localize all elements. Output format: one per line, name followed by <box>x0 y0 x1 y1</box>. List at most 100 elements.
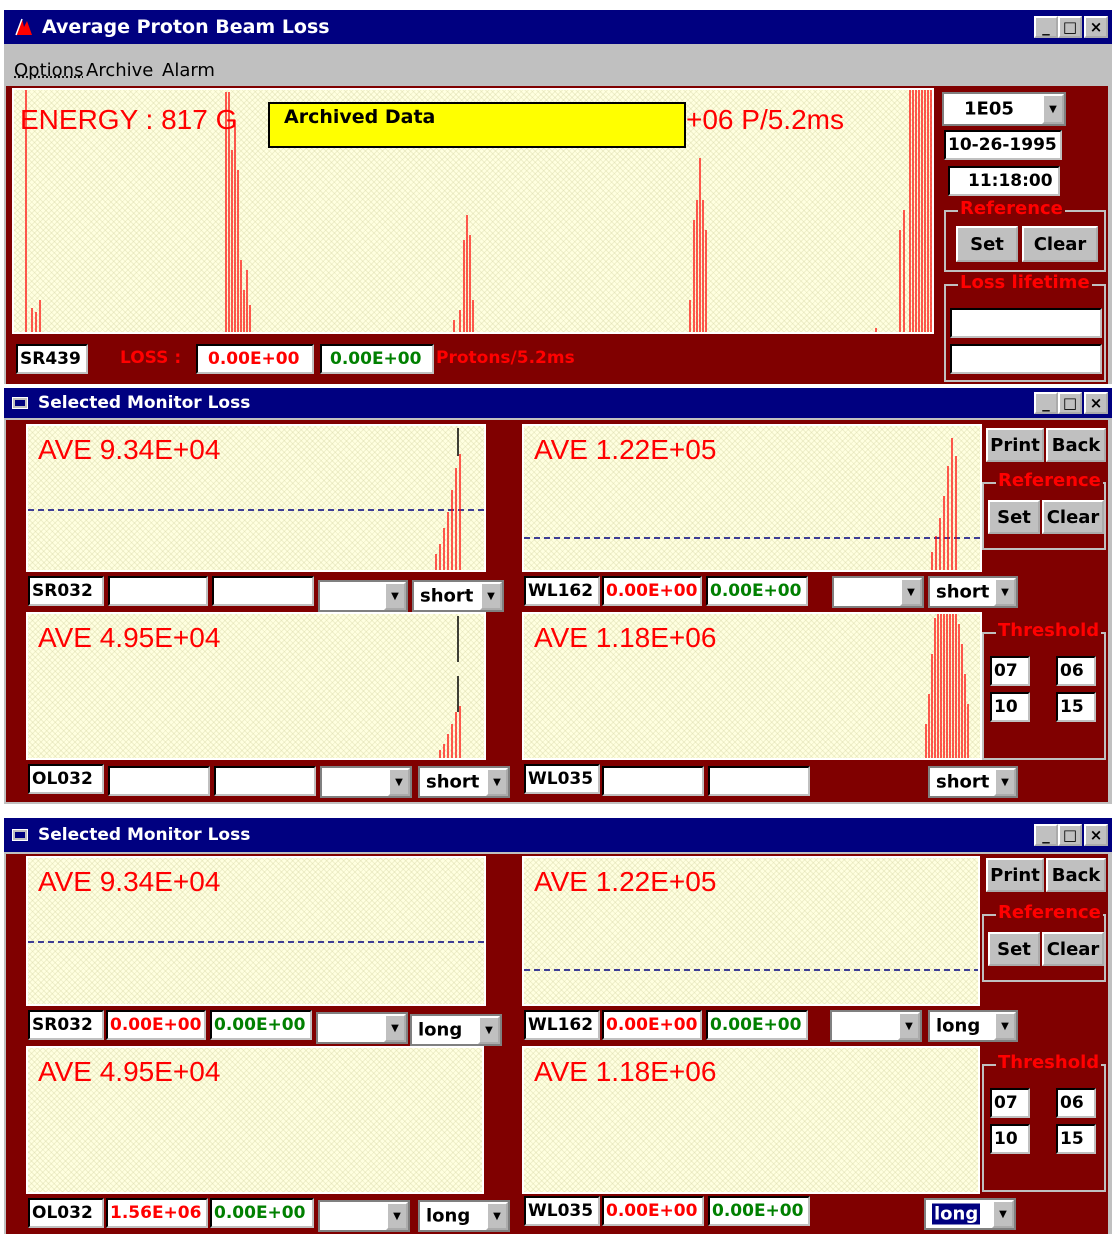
maximize-icon: □ <box>1062 393 1078 412</box>
loss-green-field <box>212 576 314 606</box>
chevron-down-icon[interactable]: ▼ <box>486 1202 508 1230</box>
top-set-button[interactable]: Set <box>956 226 1018 262</box>
back-button[interactable]: Back <box>1046 428 1106 462</box>
chevron-down-icon[interactable]: ▼ <box>994 768 1016 796</box>
range-select-value: short <box>426 771 480 793</box>
minimize-button[interactable]: _ <box>1034 392 1058 414</box>
ave-label: AVE 4.95E+04 <box>38 622 221 653</box>
threshold-field[interactable]: 10 <box>990 1124 1030 1154</box>
close-button[interactable]: × <box>1084 824 1108 846</box>
minimize-button[interactable]: _ <box>1034 824 1058 846</box>
monitor-select[interactable]: ▼ <box>316 1012 408 1044</box>
clear-button[interactable]: Clear <box>1042 932 1104 966</box>
print-button[interactable]: Print <box>986 428 1044 462</box>
chevron-down-icon[interactable]: ▼ <box>992 1200 1014 1228</box>
monitor-field[interactable]: WL162 <box>524 1010 600 1040</box>
monitor-select[interactable]: ▼ <box>318 580 408 612</box>
range-select[interactable]: long ▼ <box>418 1200 510 1232</box>
close-button[interactable]: × <box>1084 16 1108 38</box>
monitor-select[interactable]: ▼ <box>832 576 924 608</box>
range-select[interactable]: long ▼ <box>928 1010 1018 1042</box>
set-button[interactable]: Set <box>988 500 1040 534</box>
chevron-down-icon[interactable]: ▼ <box>480 582 502 610</box>
loss-green-field: 0.00E+00 <box>706 576 808 606</box>
threshold-field[interactable]: 07 <box>990 656 1030 686</box>
menu-options[interactable]: Options <box>14 60 83 81</box>
chevron-down-icon[interactable]: ▼ <box>486 768 508 796</box>
monitor-field[interactable]: OL032 <box>28 764 104 794</box>
range-select[interactable]: short ▼ <box>412 580 504 612</box>
date-field[interactable]: 10-26-1995 <box>944 130 1062 160</box>
monitor-field[interactable]: OL032 <box>28 1198 104 1228</box>
app-icon <box>14 17 34 37</box>
archived-data-banner: Archived Data <box>268 102 686 148</box>
back-button[interactable]: Back <box>1046 858 1106 892</box>
scale-select-value: 1E05 <box>964 98 1014 120</box>
panel1-titlebar[interactable]: Selected Monitor Loss _ □ × <box>4 388 1112 418</box>
threshold-field[interactable]: 07 <box>990 1088 1030 1118</box>
threshold-field[interactable]: 06 <box>1056 1088 1096 1118</box>
monitor-select[interactable]: ▼ <box>830 1010 922 1042</box>
range-select[interactable]: short ▼ <box>928 576 1018 608</box>
maximize-button[interactable]: □ <box>1058 16 1082 38</box>
scale-select[interactable]: 1E05 ▼ <box>942 92 1066 126</box>
chevron-down-icon[interactable]: ▼ <box>994 1012 1016 1040</box>
chevron-down-icon[interactable]: ▼ <box>386 1202 408 1230</box>
threshold-field[interactable]: 15 <box>1056 692 1096 722</box>
monitor-field[interactable]: SR032 <box>28 1010 104 1040</box>
chevron-down-icon[interactable]: ▼ <box>388 768 410 796</box>
loss-red-field: 0.00E+00 <box>602 1196 704 1226</box>
threshold-field[interactable]: 10 <box>990 692 1030 722</box>
menu-archive[interactable]: Archive <box>86 60 153 81</box>
loss-lifetime-field-1[interactable] <box>950 308 1102 338</box>
minimize-icon: _ <box>1042 393 1050 412</box>
threshold-field[interactable]: 15 <box>1056 1124 1096 1154</box>
range-select[interactable]: short ▼ <box>928 766 1018 798</box>
chevron-down-icon[interactable]: ▼ <box>1042 94 1064 124</box>
chevron-down-icon[interactable]: ▼ <box>384 1014 406 1042</box>
minimize-button[interactable]: _ <box>1034 16 1058 38</box>
minimize-icon: _ <box>1042 17 1050 36</box>
loss-red-field: 0.00E+00 <box>602 576 702 606</box>
set-button[interactable]: Set <box>988 932 1040 966</box>
top-window-titlebar[interactable]: Average Proton Beam Loss _ □ × <box>4 10 1112 44</box>
chevron-down-icon[interactable]: ▼ <box>384 582 406 610</box>
loss-green-field: 0.00E+00 <box>210 1198 314 1228</box>
monitor-field[interactable]: WL035 <box>524 764 600 794</box>
monitor-field[interactable]: SR032 <box>28 576 104 606</box>
ave-label: AVE 4.95E+04 <box>38 1056 221 1087</box>
maximize-icon: □ <box>1062 17 1078 36</box>
menu-bar: Options Archive Alarm <box>4 54 1112 90</box>
loss-red-field <box>602 766 704 796</box>
archived-data-label: Archived Data <box>284 106 436 128</box>
chevron-down-icon[interactable]: ▼ <box>994 578 1016 606</box>
loss-green-field: 0.00E+00 <box>210 1010 312 1040</box>
monitor-select[interactable]: ▼ <box>320 766 412 798</box>
panel2-titlebar[interactable]: Selected Monitor Loss _ □ × <box>4 818 1112 852</box>
maximize-button[interactable]: □ <box>1058 824 1082 846</box>
chevron-down-icon[interactable]: ▼ <box>898 1012 920 1040</box>
time-field[interactable]: 11:18:00 <box>948 166 1060 196</box>
threshold-field[interactable]: 06 <box>1056 656 1096 686</box>
close-button[interactable]: × <box>1084 392 1108 414</box>
monitor-select[interactable]: ▼ <box>318 1200 410 1232</box>
chevron-down-icon[interactable]: ▼ <box>478 1016 500 1044</box>
loss-red-field <box>108 766 210 796</box>
range-select[interactable]: short ▼ <box>418 766 510 798</box>
monitor-field[interactable]: WL035 <box>524 1196 600 1226</box>
plot-wl035: AVE 1.18E+06 <box>522 1046 980 1194</box>
range-select[interactable]: long ▼ <box>924 1198 1016 1230</box>
maximize-button[interactable]: □ <box>1058 392 1082 414</box>
range-select[interactable]: long ▼ <box>410 1014 502 1046</box>
chevron-down-icon[interactable]: ▼ <box>900 578 922 606</box>
clear-button[interactable]: Clear <box>1042 500 1104 534</box>
top-clear-button[interactable]: Clear <box>1022 226 1098 262</box>
minimize-icon: _ <box>1042 825 1050 844</box>
monitor-field[interactable]: WL162 <box>524 576 600 606</box>
plot-wl162: AVE 1.22E+05 <box>522 856 980 1006</box>
print-button[interactable]: Print <box>986 858 1044 892</box>
top-monitor-field[interactable]: SR439 <box>16 344 88 374</box>
maximize-icon: □ <box>1062 825 1078 844</box>
menu-alarm[interactable]: Alarm <box>162 60 215 81</box>
loss-lifetime-field-2[interactable] <box>950 344 1102 374</box>
